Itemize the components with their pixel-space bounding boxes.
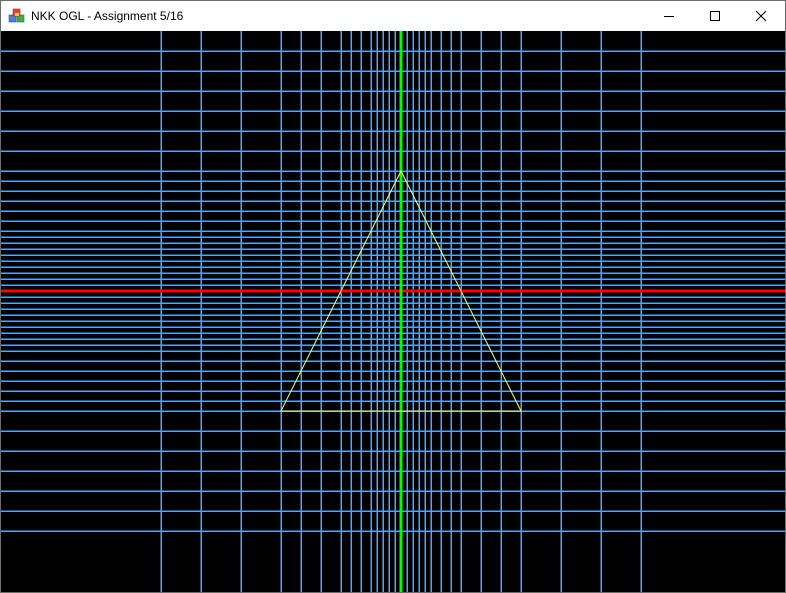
maximize-icon bbox=[710, 11, 720, 21]
title-bar[interactable]: NKK OGL - Assignment 5/16 bbox=[1, 1, 785, 31]
opengl-canvas[interactable] bbox=[1, 31, 785, 592]
app-cube-icon bbox=[8, 8, 25, 23]
close-button[interactable] bbox=[738, 1, 784, 31]
close-icon bbox=[755, 10, 767, 22]
minimize-button[interactable] bbox=[646, 1, 692, 31]
window-title: NKK OGL - Assignment 5/16 bbox=[31, 9, 184, 23]
minimize-icon bbox=[664, 16, 674, 17]
maximize-button[interactable] bbox=[692, 1, 738, 31]
scene-svg bbox=[1, 31, 785, 592]
app-window: NKK OGL - Assignment 5/16 bbox=[0, 0, 786, 593]
